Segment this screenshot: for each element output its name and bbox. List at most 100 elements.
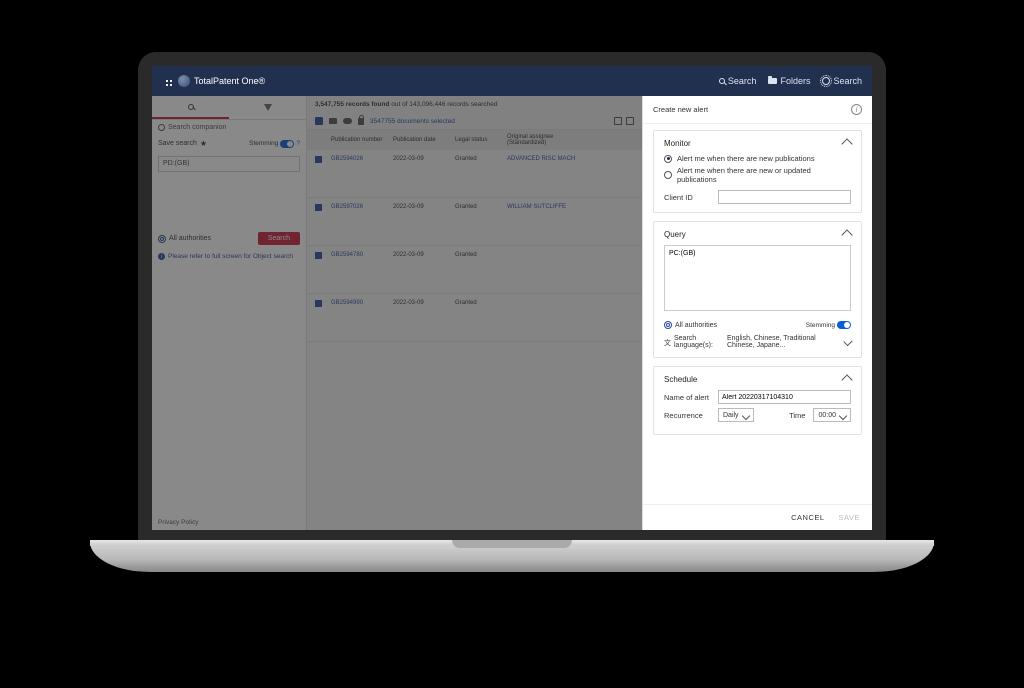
row-checkbox[interactable] — [315, 252, 322, 259]
query-textarea[interactable] — [664, 245, 851, 311]
clock-icon — [158, 124, 165, 131]
table-row[interactable]: GB2594780 2022-03-09 Granted — [307, 246, 642, 294]
table-header: Publication number Publication date Lega… — [307, 130, 642, 150]
search-button[interactable]: Search — [258, 232, 300, 245]
monitor-heading: Monitor — [664, 139, 691, 148]
query-card: Query All authorities Stemming — [653, 221, 862, 358]
lock-icon[interactable] — [358, 118, 364, 125]
filter-icon — [264, 104, 272, 112]
cell-pub-number[interactable]: GB2597026 — [331, 204, 387, 210]
tab-search[interactable] — [152, 96, 229, 119]
table-row[interactable]: GB2597026 2022-03-09 Granted WILLIAM SUT… — [307, 198, 642, 246]
query-heading: Query — [664, 230, 686, 239]
search-companion-row[interactable]: Search companion — [152, 120, 306, 135]
cell-pub-number[interactable]: GB2594990 — [331, 300, 387, 306]
alert-all-authorities[interactable]: All authorities — [675, 322, 717, 329]
time-label: Time — [789, 411, 805, 420]
all-authorities-label[interactable]: All authorities — [169, 235, 211, 242]
alert-name-label: Name of alert — [664, 393, 710, 402]
col-pub-date[interactable]: Publication date — [393, 137, 449, 143]
selected-count: 3547755 documents selected — [370, 118, 455, 125]
table-row[interactable]: GB2594990 2022-03-09 Granted — [307, 294, 642, 342]
app-grid-icon[interactable] — [162, 76, 172, 86]
stemming-label: Stemming — [249, 140, 278, 147]
history-icon — [822, 77, 830, 85]
nav-folders[interactable]: Folders — [768, 76, 810, 86]
star-icon[interactable]: ★ — [200, 139, 207, 148]
nav-folders-label: Folders — [780, 76, 810, 86]
info-icon[interactable]: i — [851, 104, 862, 115]
view-list-icon[interactable] — [626, 117, 634, 125]
info-icon: i — [158, 253, 165, 260]
alert-name-input[interactable] — [718, 390, 851, 404]
recurrence-select[interactable]: Daily — [718, 408, 754, 422]
col-pub-number[interactable]: Publication number — [331, 137, 387, 143]
radio-icon — [664, 155, 672, 163]
schedule-heading: Schedule — [664, 375, 697, 384]
cell-assignee[interactable]: ADVANCED RISC MACH — [507, 156, 577, 162]
cell-pub-date: 2022-03-09 — [393, 156, 449, 162]
select-all-checkbox[interactable] — [315, 117, 323, 125]
time-select[interactable]: 00:00 — [813, 408, 851, 422]
globe-icon — [158, 235, 166, 243]
nav-search-label: Search — [728, 76, 757, 86]
folder-icon — [768, 78, 777, 84]
cell-legal-status: Granted — [455, 300, 501, 306]
schedule-card: Schedule Name of alert Recurrence Daily … — [653, 366, 862, 435]
save-button: SAVE — [839, 513, 860, 522]
chevron-up-icon[interactable] — [841, 229, 852, 240]
download-icon[interactable] — [343, 118, 352, 124]
chevron-up-icon[interactable] — [841, 374, 852, 385]
cancel-button[interactable]: CANCEL — [791, 513, 824, 522]
brand-title: TotalPatent One® — [194, 76, 265, 86]
panel-title: Create new alert — [653, 105, 708, 114]
client-id-input[interactable] — [718, 190, 851, 204]
cell-assignee[interactable]: WILLIAM SUTCLIFFE — [507, 204, 577, 210]
search-companion-label: Search companion — [168, 124, 226, 131]
col-legal-status[interactable]: Legal status — [455, 137, 501, 143]
radio-icon — [664, 171, 672, 179]
results-toolbar: 3547755 documents selected — [307, 113, 642, 130]
row-checkbox[interactable] — [315, 204, 322, 211]
chevron-up-icon[interactable] — [841, 138, 852, 149]
row-checkbox[interactable] — [315, 300, 322, 307]
help-icon[interactable]: ? — [296, 140, 300, 147]
row-checkbox[interactable] — [315, 156, 322, 163]
search-sidebar: Search companion Save search ★ Stemming … — [152, 96, 307, 530]
fullscreen-note: Please refer to full screen for Object s… — [168, 253, 293, 260]
search-icon — [719, 78, 725, 84]
alert-stemming-toggle[interactable] — [837, 321, 851, 329]
monitor-option-new[interactable]: Alert me when there are new publications — [664, 154, 851, 163]
cell-pub-number[interactable]: GB2594026 — [331, 156, 387, 162]
recurrence-label: Recurrence — [664, 411, 710, 420]
language-icon — [664, 338, 671, 346]
privacy-link[interactable]: Privacy Policy — [158, 519, 198, 526]
stemming-toggle[interactable] — [280, 140, 294, 148]
save-search-label[interactable]: Save search — [158, 140, 197, 147]
results-area: 3,547,755 records found out of 143,096,4… — [307, 96, 642, 530]
nav-search-history-label: Search — [833, 76, 862, 86]
table-row[interactable]: GB2594026 2022-03-09 Granted ADVANCED RI… — [307, 150, 642, 198]
nav-search[interactable]: Search — [719, 76, 757, 86]
brand-logo-icon — [178, 75, 190, 87]
cell-pub-date: 2022-03-09 — [393, 204, 449, 210]
cell-pub-date: 2022-03-09 — [393, 252, 449, 258]
tab-filter[interactable] — [229, 96, 306, 119]
alert-stemming-label: Stemming — [806, 322, 835, 329]
search-icon — [188, 104, 194, 110]
client-id-label: Client ID — [664, 193, 710, 202]
app-header: TotalPatent One® Search Folders Search — [152, 66, 872, 96]
col-assignee[interactable]: Original assignee (Standardized) — [507, 134, 577, 146]
query-input[interactable]: PD:(GB) — [158, 156, 300, 172]
create-alert-panel: Create new alert i Monitor Alert me when… — [642, 96, 872, 530]
search-language-value: English, Chinese, Traditional Chinese, J… — [727, 335, 845, 349]
view-grid-icon[interactable] — [614, 117, 622, 125]
background-dimmed-area: Search companion Save search ★ Stemming … — [152, 96, 642, 530]
move-to-folder-icon[interactable] — [329, 118, 337, 124]
nav-search-history[interactable]: Search — [822, 76, 862, 86]
cell-legal-status: Granted — [455, 204, 501, 210]
globe-icon — [664, 321, 672, 329]
monitor-card: Monitor Alert me when there are new publ… — [653, 130, 862, 213]
monitor-option-updated[interactable]: Alert me when there are new or updated p… — [664, 166, 851, 184]
cell-pub-number[interactable]: GB2594780 — [331, 252, 387, 258]
